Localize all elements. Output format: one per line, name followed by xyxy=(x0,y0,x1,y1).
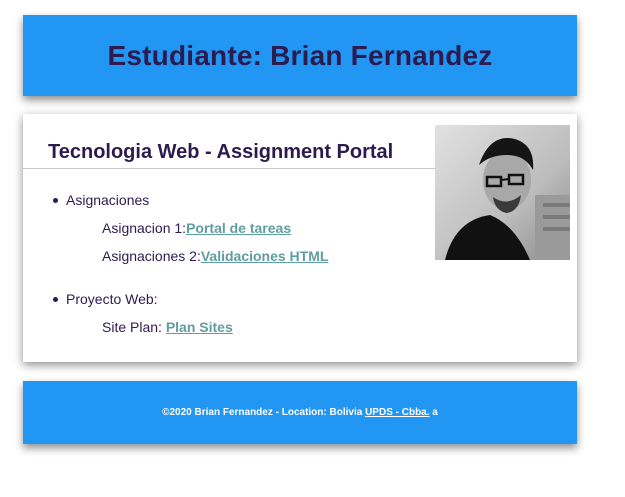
page-header: Estudiante: Brian Fernandez xyxy=(23,15,577,96)
assignment-card: Tecnologia Web - Assignment Portal Asign… xyxy=(23,114,577,362)
card-title: Tecnologia Web - Assignment Portal xyxy=(48,141,394,163)
sub-list-item: Asignacion 1:Portal de tareas xyxy=(102,220,291,236)
validaciones-html-link[interactable]: Validaciones HTML xyxy=(201,248,329,264)
footer-text: ©2020 Brian Fernandez - Location: Bolivi… xyxy=(162,407,366,418)
card-title-bar: Tecnologia Web - Assignment Portal xyxy=(23,114,435,169)
list-item: Asignaciones xyxy=(53,192,149,208)
footer-suffix: a xyxy=(429,407,438,418)
sub-item-prefix: Asignacion 1: xyxy=(102,220,187,236)
sub-list-item: Site Plan: Plan Sites xyxy=(102,319,233,335)
page-title: Estudiante: Brian Fernandez xyxy=(107,39,493,71)
upds-link[interactable]: UPDS - Cbba. xyxy=(365,407,429,418)
plan-sites-link[interactable]: Plan Sites xyxy=(166,319,233,335)
profile-photo xyxy=(435,125,570,260)
bullet-icon xyxy=(53,296,58,302)
bullet-icon xyxy=(53,197,58,203)
page-footer: ©2020 Brian Fernandez - Location: Bolivi… xyxy=(23,381,577,444)
list-item-label: Asignaciones xyxy=(66,192,150,208)
sub-list-item: Asignaciones 2:Validaciones HTML xyxy=(102,248,328,264)
list-item-label: Proyecto Web: xyxy=(66,291,158,307)
sub-item-prefix: Asignaciones 2: xyxy=(102,248,201,264)
list-item: Proyecto Web: xyxy=(53,291,158,307)
sub-item-prefix: Site Plan: xyxy=(102,319,166,335)
portal-de-tareas-link[interactable]: Portal de tareas xyxy=(186,220,291,236)
